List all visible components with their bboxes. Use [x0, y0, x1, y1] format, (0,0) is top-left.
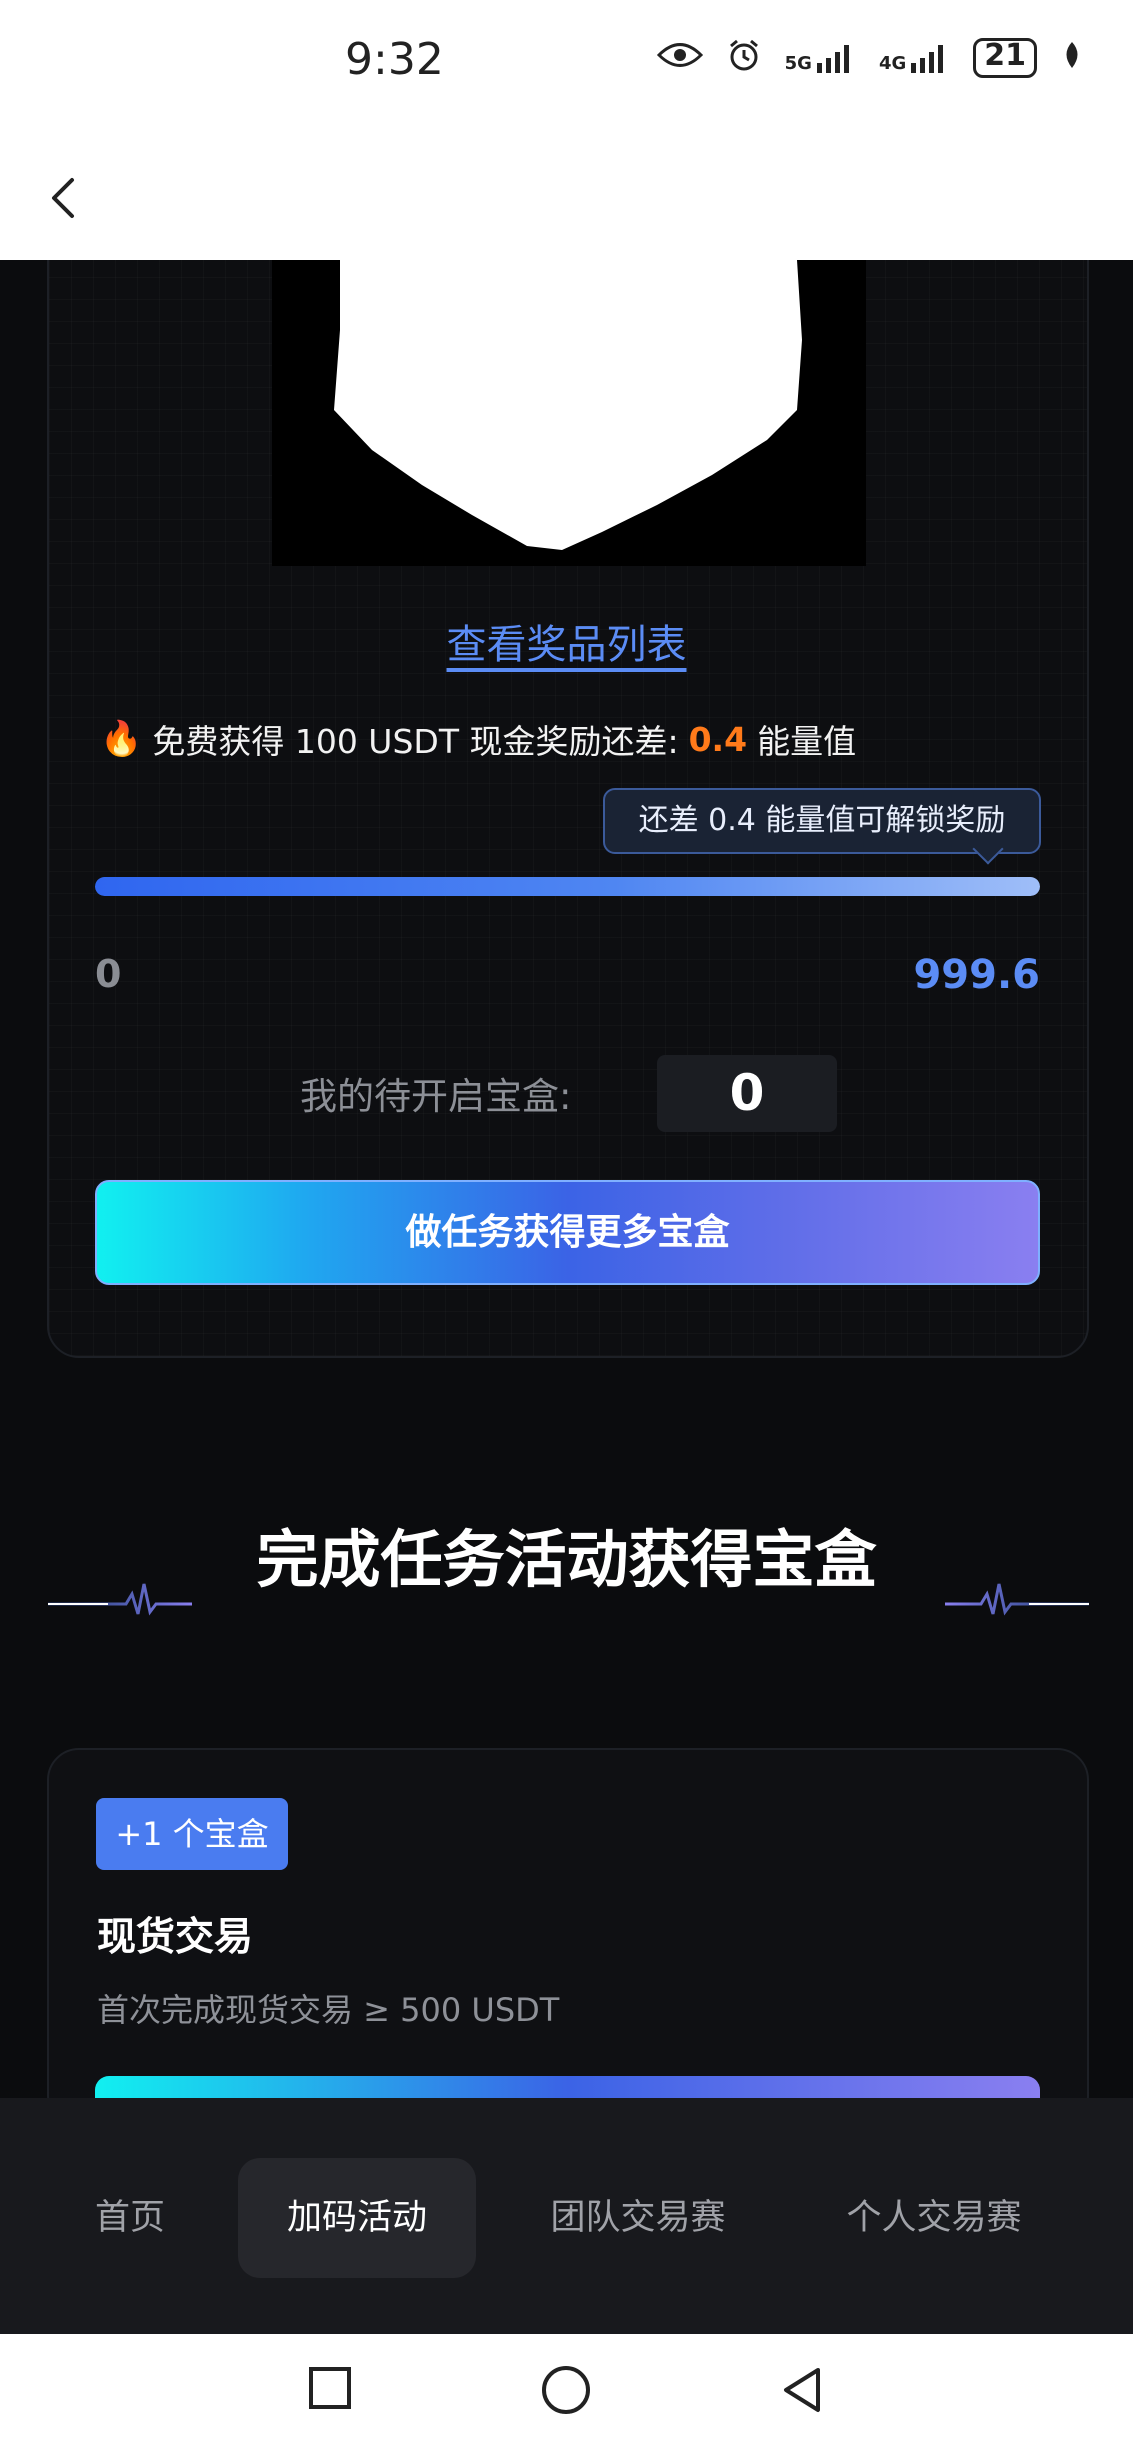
network-5g-label: 5G [784, 53, 812, 74]
section-title: 完成任务活动获得宝盒 [256, 1523, 877, 1596]
back-triangle-icon[interactable] [778, 2364, 826, 2416]
home-circle-icon[interactable] [540, 2364, 592, 2416]
network-4g-label: 4G [878, 53, 907, 74]
progress-tooltip: 还差 0.4 能量值可解锁奖励 [603, 788, 1041, 854]
fire-icon: 🔥 [100, 719, 143, 759]
pulse-line-right-icon [945, 1578, 1089, 1622]
chevron-left-icon[interactable] [36, 158, 96, 230]
reward-status: 🔥 免费获得 100 USDT 现金奖励还差: 0.4 能量值 [100, 715, 856, 763]
tab-home[interactable]: 首页 [60, 2158, 200, 2278]
pulse-line-left-icon [48, 1578, 192, 1622]
android-nav-bar [0, 2334, 1133, 2453]
view-prize-list-link[interactable]: 查看奖品列表 [0, 612, 1133, 670]
signal-5g-icon: 5G [785, 43, 855, 73]
alarm-icon [727, 38, 761, 78]
pending-box-label: 我的待开启宝盒: [300, 1075, 572, 1118]
get-more-boxes-button[interactable]: 做任务获得更多宝盒 [95, 1180, 1040, 1285]
eye-icon [656, 40, 703, 76]
page: 9:32 5G 4G 21 查看奖品列表 🔥 免费获得 100 USDT 现金奖… [0, 0, 1133, 2453]
energy-progress-bar [95, 877, 1040, 896]
progress-min: 0 [95, 952, 122, 996]
task-description: 首次完成现货交易 ≥ 500 USDT [97, 1991, 560, 2029]
battery-icon: 21 [973, 38, 1037, 78]
reward-suffix: 能量值 [757, 722, 857, 761]
progress-max: 999.6 [913, 952, 1040, 998]
leaf-icon [1061, 40, 1083, 76]
task-title: 现货交易 [97, 1915, 254, 1960]
tab-bonus-activity[interactable]: 加码活动 [238, 2158, 476, 2278]
reward-gap-value: 0.4 [688, 719, 748, 759]
status-icons: 5G 4G 21 [656, 38, 1083, 78]
prize-image [272, 260, 866, 566]
task-reward-badge: +1 个宝盒 [96, 1798, 288, 1870]
pending-box-count: 0 [657, 1055, 837, 1132]
recent-apps-icon[interactable] [306, 2364, 354, 2412]
reward-prefix: 免费获得 100 USDT 现金奖励还差: [152, 722, 679, 761]
signal-4g-icon: 4G [879, 43, 949, 73]
tab-individual-competition[interactable]: 个人交易赛 [826, 2158, 1042, 2278]
energy-progress-fill [95, 877, 1040, 896]
status-bar: 9:32 5G 4G 21 [0, 0, 1133, 130]
nav-header [0, 130, 1133, 260]
status-time: 9:32 [345, 34, 444, 85]
tab-team-competition[interactable]: 团队交易赛 [530, 2158, 746, 2278]
bottom-tab-bar: 首页 加码活动 团队交易赛 个人交易赛 [0, 2098, 1133, 2334]
